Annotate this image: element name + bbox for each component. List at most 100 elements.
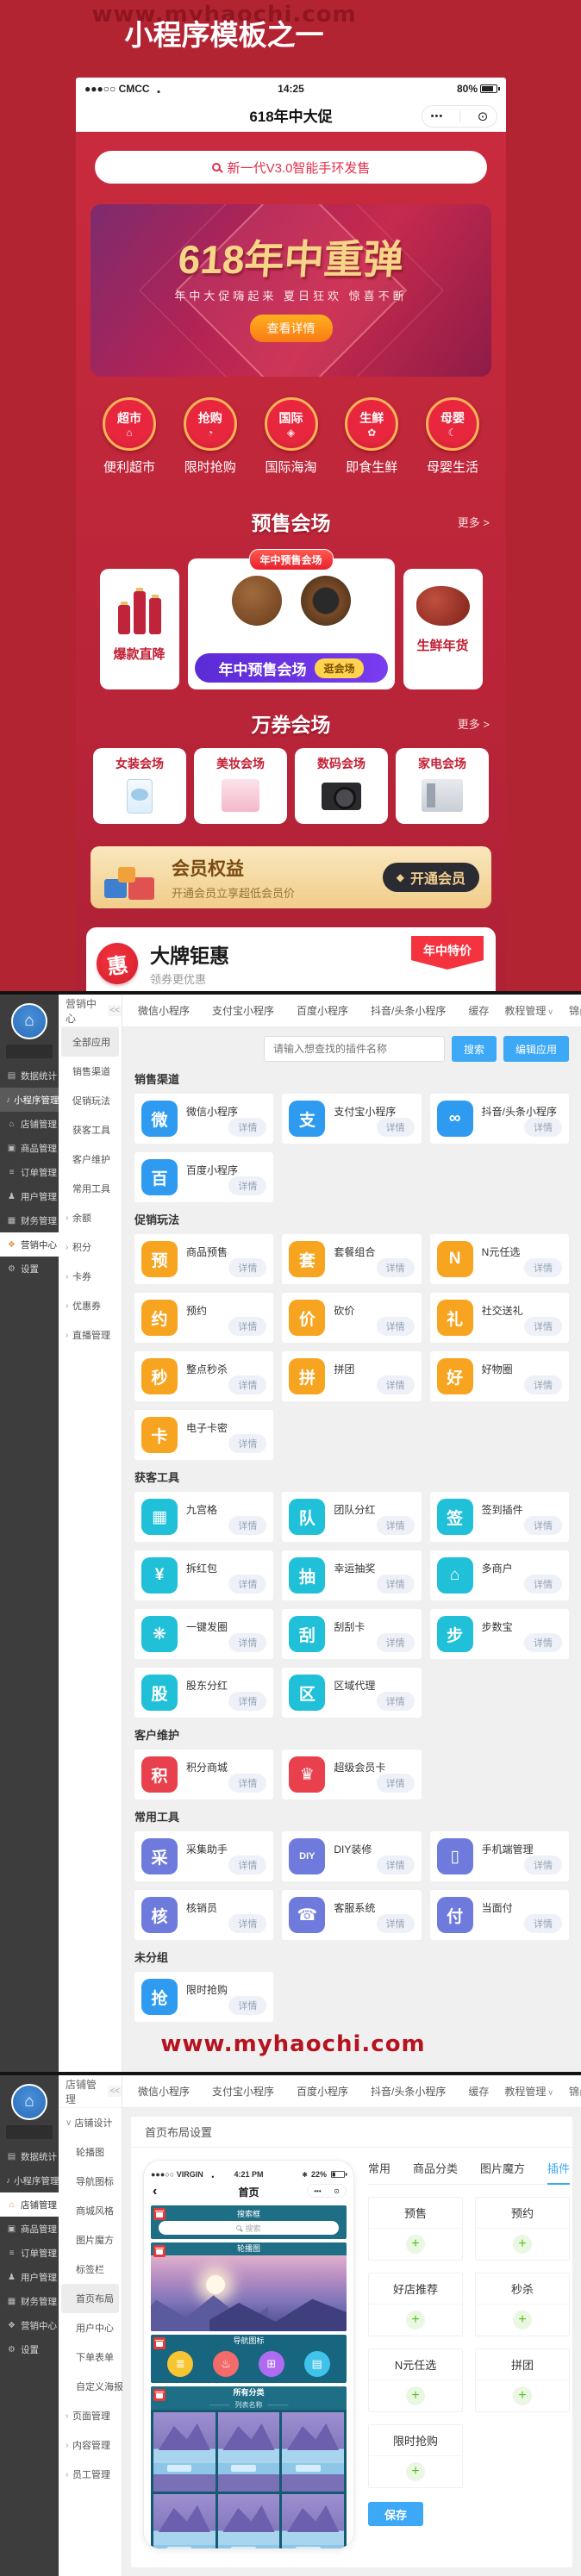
panel-tab[interactable]: 图片魔方 [480, 2160, 525, 2176]
edit-apps-button[interactable]: 编辑应用 [503, 1036, 569, 1062]
category-item[interactable]: 抢购 ◔ 限时抢购 [176, 397, 245, 476]
back-icon[interactable]: ‹ [153, 2184, 157, 2199]
delete-block-icon[interactable] [153, 2208, 166, 2220]
submenu-item[interactable]: 下单表单 [59, 2342, 122, 2372]
more-link[interactable]: 更多 > [458, 715, 490, 732]
detail-button[interactable]: 详情 [524, 1118, 562, 1137]
submenu-item[interactable]: 商城风格 [59, 2196, 122, 2225]
detail-button[interactable]: 详情 [524, 1856, 562, 1874]
detail-button[interactable]: 详情 [228, 1774, 266, 1793]
sidebar-item[interactable]: ▦ 财务管理 [0, 1208, 59, 1232]
platform-tab[interactable]: 抖音/头条小程序 [371, 2084, 446, 2099]
platform-tab[interactable]: 微信小程序 [138, 1003, 190, 1018]
add-component-button[interactable]: + [513, 2311, 532, 2330]
add-component-button[interactable]: + [513, 2386, 532, 2405]
detail-button[interactable]: 详情 [377, 1317, 415, 1336]
submenu-item[interactable]: › 余额 [59, 1203, 122, 1232]
detail-button[interactable]: 详情 [524, 1575, 562, 1594]
sidebar-item[interactable]: ♪ 小程序管理 [0, 2168, 59, 2192]
delete-block-icon[interactable] [153, 2245, 166, 2257]
sidebar-item[interactable]: ⚙ 设置 [0, 2337, 59, 2361]
platform-tab[interactable]: 抖音/头条小程序 [371, 1003, 446, 1018]
add-component-button[interactable]: + [406, 2386, 425, 2405]
visit-venue-button[interactable]: 逛会场 [315, 658, 363, 678]
tutorial-dropdown[interactable]: 教程管理∨ [504, 2084, 553, 2099]
view-details-button[interactable]: 查看详情 [250, 315, 333, 342]
detail-button[interactable]: 详情 [228, 1516, 266, 1535]
carousel-block[interactable]: 轮播图 [151, 2242, 347, 2331]
more-link[interactable]: 更多 > [458, 514, 490, 530]
category-item[interactable]: 母婴 ☾ 母婴生活 [418, 397, 487, 476]
submenu-item[interactable]: 首页布局 [61, 2284, 119, 2313]
submenu-item[interactable]: 促销玩法 [59, 1086, 122, 1115]
open-vip-button[interactable]: ◆ 开通会员 [383, 863, 479, 892]
add-component-button[interactable]: + [513, 2235, 532, 2254]
presale-banner-bar[interactable]: 年中预售会场 逛会场 [195, 653, 388, 683]
presale-left-card[interactable]: 爆款直降 [100, 569, 179, 689]
detail-button[interactable]: 详情 [228, 1914, 266, 1933]
cache-button[interactable]: 缓存 [468, 1003, 489, 1018]
add-component-button[interactable]: + [406, 2235, 425, 2254]
panel-tab[interactable]: 插件 [547, 2160, 570, 2176]
detail-button[interactable]: 详情 [377, 1914, 415, 1933]
collapse-button[interactable]: << [108, 1005, 122, 1016]
search-block[interactable]: 搜索框 搜索 [151, 2205, 347, 2239]
detail-button[interactable]: 详情 [524, 1258, 562, 1277]
submenu-item[interactable]: › 卡券 [59, 1262, 122, 1291]
submenu-item[interactable]: ∨ 店铺设计 [59, 2108, 122, 2137]
submenu-item[interactable]: 常用工具 [59, 1174, 122, 1203]
sidebar-item[interactable]: ▤ 数据统计 [0, 2144, 59, 2168]
detail-button[interactable]: 详情 [377, 1118, 415, 1137]
sidebar-item[interactable]: ♪ 小程序管理 [0, 1088, 59, 1112]
detail-button[interactable]: 详情 [524, 1317, 562, 1336]
search-bar[interactable]: 新一代V3.0智能手环发售 [95, 151, 487, 184]
detail-button[interactable]: 详情 [228, 1118, 266, 1137]
sidebar-item[interactable]: ▦ 财务管理 [0, 2289, 59, 2313]
panel-tab[interactable]: 常用 [368, 2160, 390, 2176]
detail-button[interactable]: 详情 [228, 1176, 266, 1195]
platform-tab[interactable]: 百度小程序 [297, 2084, 348, 2099]
promo-banner[interactable]: 618年中重弹 年中大促嗨起来 夏日狂欢 惊喜不断 查看详情 [91, 204, 491, 377]
sidebar-item[interactable]: ▣ 商品管理 [0, 1136, 59, 1160]
submenu-item[interactable]: 自定义海报 [59, 2372, 122, 2401]
presale-main-card[interactable]: 年中预售会场 年中预售会场 逛会场 [188, 558, 395, 689]
sidebar-item[interactable]: ▣ 商品管理 [0, 2217, 59, 2241]
detail-button[interactable]: 详情 [377, 1774, 415, 1793]
detail-button[interactable]: 详情 [377, 1575, 415, 1594]
detail-button[interactable]: 详情 [228, 1996, 266, 2015]
delete-block-icon[interactable] [153, 2337, 166, 2349]
detail-button[interactable]: 详情 [228, 1856, 266, 1874]
flame-icon[interactable]: ♨ [213, 2351, 239, 2377]
submenu-item[interactable]: › 内容管理 [59, 2430, 122, 2460]
venue-card[interactable]: 家电会场 [396, 748, 489, 824]
platform-tab[interactable]: 支付宝小程序 [212, 2084, 274, 2099]
submenu-item[interactable]: › 员工管理 [59, 2460, 122, 2489]
detail-button[interactable]: 详情 [524, 1914, 562, 1933]
detail-button[interactable]: 详情 [228, 1375, 266, 1394]
detail-button[interactable]: 详情 [377, 1258, 415, 1277]
submenu-item[interactable]: 用户中心 [59, 2313, 122, 2342]
submenu-item[interactable]: 标签栏 [59, 2255, 122, 2284]
detail-button[interactable]: 详情 [377, 1633, 415, 1652]
detail-button[interactable]: 详情 [228, 1692, 266, 1711]
vip-banner[interactable]: 会员权益 开通会员立享超低会员价 ◆ 开通会员 [91, 846, 491, 908]
cache-button[interactable]: 缓存 [468, 2084, 489, 2099]
submenu-item[interactable]: 销售渠道 [59, 1057, 122, 1086]
sidebar-item[interactable]: ♟ 用户管理 [0, 1184, 59, 1208]
add-component-button[interactable]: + [406, 2462, 425, 2481]
sidebar-item[interactable]: ⌂ 店铺管理 [0, 2192, 59, 2217]
submenu-item[interactable]: › 页面管理 [59, 2401, 122, 2430]
detail-button[interactable]: 详情 [228, 1633, 266, 1652]
sidebar-item[interactable]: ⚙ 设置 [0, 1257, 59, 1281]
platform-tab[interactable]: 支付宝小程序 [212, 1003, 274, 1018]
venue-card[interactable]: 美妆会场 [194, 748, 287, 824]
sidebar-item[interactable]: ≡ 订单管理 [0, 2241, 59, 2265]
detail-button[interactable]: 详情 [377, 1516, 415, 1535]
platform-tab[interactable]: 微信小程序 [138, 2084, 190, 2099]
detail-button[interactable]: 详情 [228, 1258, 266, 1277]
sidebar-item[interactable]: ❖ 营销中心 [0, 1232, 59, 1257]
submenu-item[interactable]: 获客工具 [59, 1115, 122, 1145]
category-item[interactable]: 国际 ◈ 国际海淘 [257, 397, 326, 476]
add-component-button[interactable]: + [406, 2311, 425, 2330]
sidebar-item[interactable]: ▤ 数据统计 [0, 1063, 59, 1088]
